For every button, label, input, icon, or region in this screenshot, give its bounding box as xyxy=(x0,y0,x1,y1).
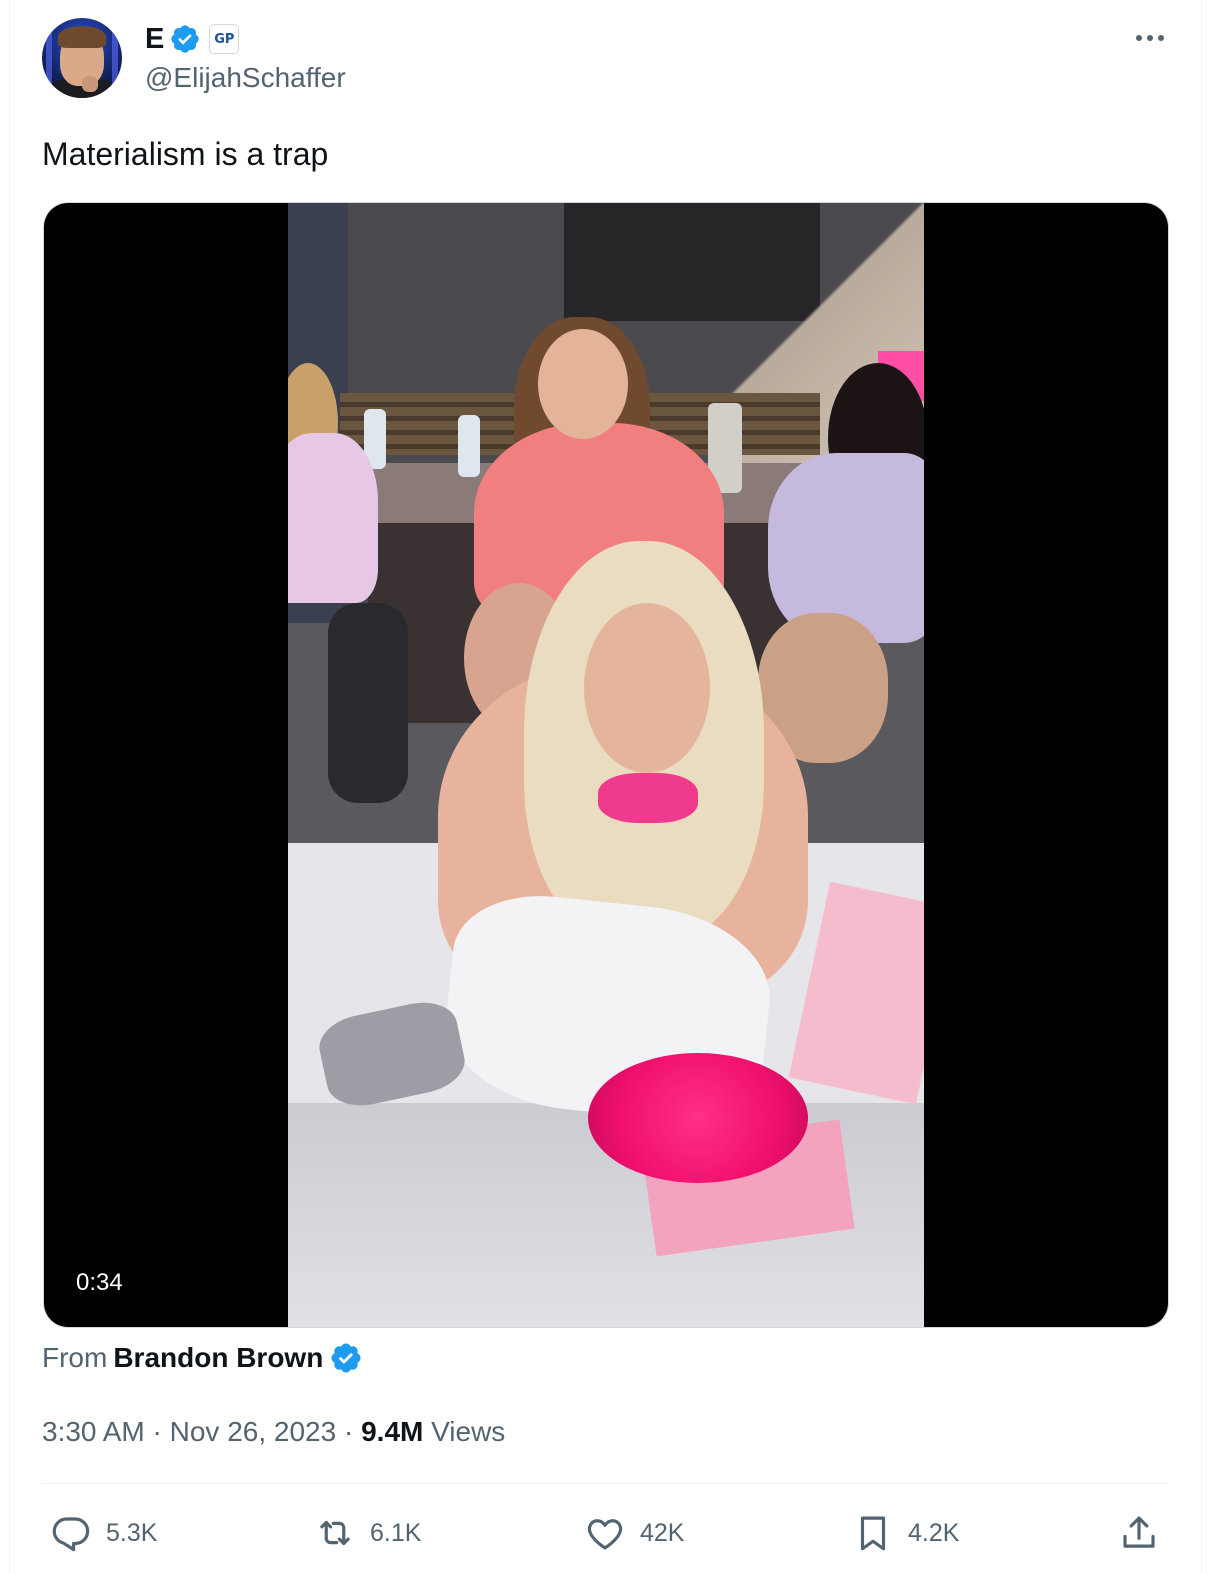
like-button[interactable]: 42K xyxy=(584,1510,684,1556)
reply-icon xyxy=(52,1517,90,1552)
video-scene-person-right xyxy=(768,453,924,643)
video-scene-person-left-legs xyxy=(328,603,408,803)
share-icon xyxy=(1123,1516,1155,1548)
author-handle[interactable]: @ElijahSchaffer xyxy=(145,62,346,94)
retweet-button[interactable]: 6.1K xyxy=(314,1510,421,1556)
tweet-date[interactable]: Nov 26, 2023 xyxy=(170,1416,337,1448)
reply-count: 5.3K xyxy=(106,1518,158,1547)
divider xyxy=(42,1483,1169,1484)
video-frame xyxy=(288,203,924,1327)
retweet-count: 6.1K xyxy=(370,1518,422,1547)
meta-separator: · xyxy=(336,1416,362,1447)
bookmark-count: 4.2K xyxy=(908,1518,960,1547)
bookmark-icon xyxy=(860,1516,886,1551)
verified-badge-icon[interactable] xyxy=(329,1341,363,1375)
more-options-icon[interactable] xyxy=(1130,26,1170,50)
views-label: Views xyxy=(423,1416,506,1447)
views-count: 9.4M xyxy=(361,1416,424,1447)
tweet-meta: 3:30 AM · Nov 26, 2023 · 9.4M Views xyxy=(42,1414,505,1450)
avatar-hand xyxy=(82,76,98,92)
video-scene-person-center-face xyxy=(538,329,628,439)
like-count: 42K xyxy=(640,1518,685,1547)
heart-icon xyxy=(587,1519,623,1550)
video-source-attribution: From Brandon Brown xyxy=(42,1340,363,1376)
avatar[interactable] xyxy=(42,18,122,98)
affiliate-badge[interactable]: GP xyxy=(209,24,240,54)
video-scene-person-left xyxy=(288,433,378,603)
source-author-name[interactable]: Brandon Brown xyxy=(113,1342,323,1374)
author-display-name[interactable]: E xyxy=(145,21,164,57)
card-border-left xyxy=(9,0,10,1574)
reply-button[interactable]: 5.3K xyxy=(50,1510,157,1556)
retweet-icon xyxy=(320,1520,350,1546)
affiliate-badge-label: GP xyxy=(214,31,235,47)
bookmark-button[interactable]: 4.2K xyxy=(852,1510,959,1556)
avatar-hair xyxy=(58,26,106,48)
video-scene-main-person-top xyxy=(598,773,698,823)
video-scene-bottle xyxy=(458,415,480,477)
video-player[interactable]: 0:34 xyxy=(44,203,1168,1327)
video-scene-main-person-face xyxy=(584,603,710,773)
source-from-label: From xyxy=(42,1342,108,1373)
tweet-time[interactable]: 3:30 AM xyxy=(42,1416,145,1448)
meta-separator: · xyxy=(144,1416,170,1447)
card-border-right xyxy=(1201,0,1202,1574)
video-scene-pink-bow xyxy=(588,1053,808,1183)
video-duration: 0:34 xyxy=(64,1264,135,1302)
author-name-row: E GP xyxy=(145,20,240,58)
verified-badge-icon[interactable] xyxy=(169,23,201,55)
tweet-text: Materialism is a trap xyxy=(42,136,329,172)
share-button[interactable] xyxy=(1118,1510,1160,1556)
